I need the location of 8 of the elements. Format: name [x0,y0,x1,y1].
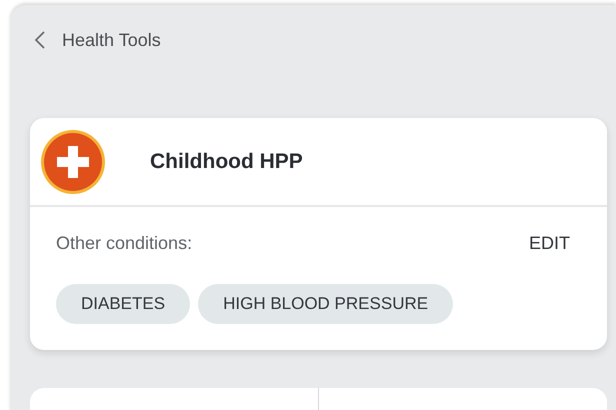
condition-tag: DIABETES [56,284,190,324]
header-title: Health Tools [62,30,161,50]
condition-title: Childhood HPP [150,150,303,174]
edit-button[interactable]: EDIT [528,233,570,254]
medical-cross-icon [40,128,106,194]
back-icon[interactable] [34,31,46,49]
other-conditions-label: Other conditions: [56,233,192,254]
condition-tag: HIGH BLOOD PRESSURE [198,284,454,324]
